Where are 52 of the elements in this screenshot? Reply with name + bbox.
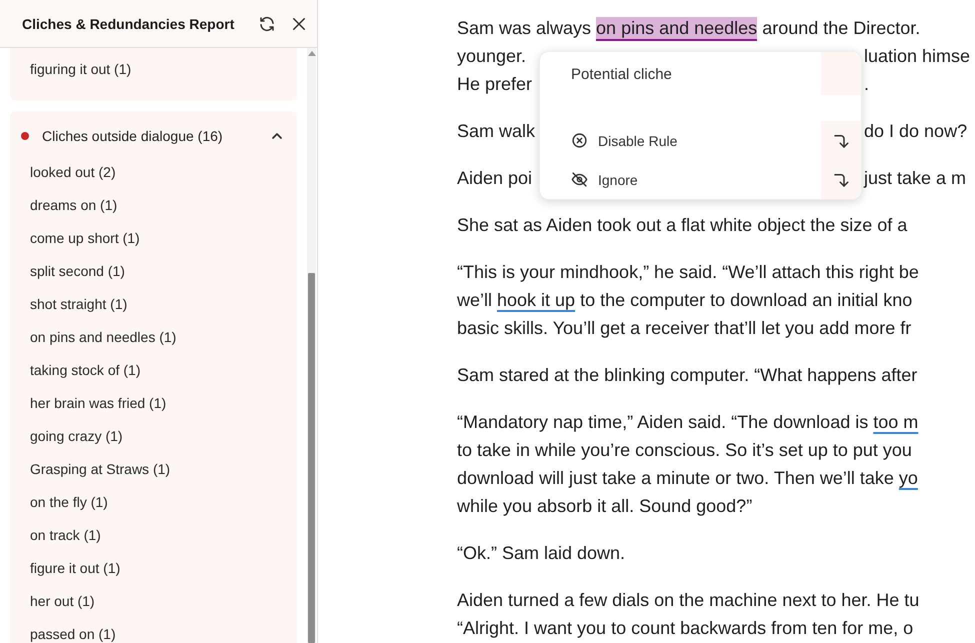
text-line: Aiden turned a few dials on the machine next to her. He tu [457, 590, 920, 610]
phrase-item[interactable]: figure it out (1) [10, 552, 297, 585]
phrase-item[interactable]: passed on (1) [10, 618, 297, 643]
phrase-item[interactable]: on track (1) [10, 519, 297, 552]
scrollbar[interactable] [307, 48, 316, 643]
phrase-item[interactable]: taking stock of (1) [10, 354, 297, 387]
text-line: do I do now? [864, 121, 968, 141]
text-line: to take in while you’re conscious. So it’s set up to put you [457, 440, 912, 460]
text-line: Sam was always on pins and needles around the Director. [457, 18, 920, 38]
phrase-item[interactable]: on the fly (1) [10, 486, 297, 519]
phrase-item[interactable]: figuring it out (1) [10, 53, 297, 86]
phrase-item[interactable]: her out (1) [10, 585, 297, 618]
text-line: just take a m [864, 168, 966, 188]
phrase-item[interactable]: come up short (1) [10, 222, 297, 255]
cliche-highlight[interactable]: on pins and needles [596, 17, 758, 41]
text-line: “Alright. I want you to count backwards from ten for me, o [457, 618, 914, 638]
text-line: He prefer [457, 74, 532, 94]
phrase-item[interactable]: looked out (2) [10, 156, 297, 189]
menu-action[interactable]: Disable Rule [540, 121, 821, 160]
phrase-item[interactable]: split second (1) [10, 255, 297, 288]
phrase-item[interactable]: shot straight (1) [10, 288, 297, 321]
apply-button[interactable] [821, 121, 861, 160]
text-line: She sat as Aiden took out a flat white object the size of a [457, 215, 908, 235]
text-line: “Ok.” Sam laid down. [457, 543, 626, 563]
popup-title: Potential cliche [570, 65, 673, 85]
text-line: Sam stared at the blinking computer. “What happens after [457, 365, 918, 385]
text-line: download will just take a minute or two. Then we’ll take yo [457, 468, 918, 488]
flagged-phrase[interactable]: hook it up [497, 290, 576, 310]
flagged-phrase[interactable]: too m [873, 412, 918, 432]
text-line: . [864, 74, 870, 94]
text-line: we’ll hook it up to the computer to download an initial kno [457, 290, 912, 310]
refresh-icon [258, 14, 276, 32]
text-line: “This is your mindhook,” he said. “We’ll attach this right be [457, 262, 919, 282]
text-line: “Mandatory nap time,” Aiden said. “The download is too m [457, 412, 918, 432]
phrase-item[interactable]: going crazy (1) [10, 420, 297, 453]
phrase-item[interactable]: Grasping at Straws (1) [10, 453, 297, 486]
text-line: luation himse [864, 46, 970, 66]
text-line: basic skills. You’ll get a receiver that’ll let you add more fr [457, 318, 912, 338]
circle-x-icon [571, 132, 588, 150]
text-line: Aiden poi [457, 168, 532, 188]
phrase-item[interactable]: dreams on (1) [10, 189, 297, 222]
eye-slash-icon [571, 171, 588, 188]
phrase-item[interactable]: on pins and needles (1) [10, 321, 297, 354]
text-line: Sam walk [457, 121, 536, 141]
flagged-phrase[interactable]: yo [898, 468, 918, 488]
phrase-item[interactable]: her brain was fried (1) [10, 387, 297, 420]
apply-button[interactable] [821, 160, 861, 199]
text-line: younger. [457, 46, 526, 66]
panel-title: Cliches & Redundancies Report [22, 16, 236, 32]
section-header[interactable]: Cliches outside dialogue (16) [10, 116, 297, 156]
text-line: while you absorb it all. Sound good?” [457, 496, 752, 516]
menu-action[interactable]: Ignore [540, 160, 821, 199]
